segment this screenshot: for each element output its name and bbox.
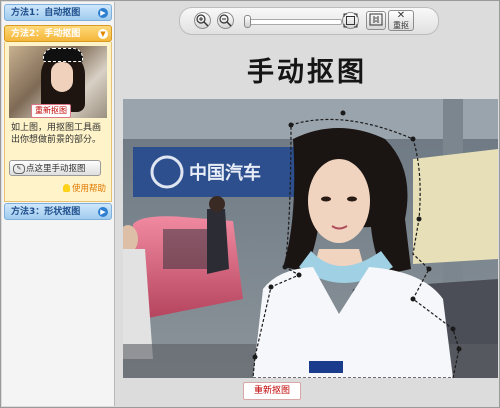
close-icon: ✕ [396, 10, 406, 21]
method2-label: 方法2：手动抠图 [11, 29, 81, 39]
help-link[interactable]: 使用帮助 [63, 182, 106, 194]
method1-header[interactable]: 方法1：自动抠图 ▶ [4, 4, 112, 21]
manual-cutout-button[interactable]: ✎ 点这里手动抠图 [9, 160, 101, 176]
lightbulb-icon [63, 184, 70, 192]
method2-header[interactable]: 方法2：手动抠图 ▼ [4, 25, 112, 42]
method2-panel: 重新抠图 如上图，用抠图工具画出你想做前景的部分。 ✎ 点这里手动抠图 使用帮助 [4, 42, 112, 202]
zoom-slider[interactable] [244, 15, 342, 28]
photo-canvas[interactable]: 中国汽车 [123, 99, 498, 378]
zoom-toolbar: ✕ 重抠 [179, 7, 439, 35]
pencil-icon: ✎ [13, 164, 25, 174]
collapse-arrow-icon[interactable]: ▼ [98, 29, 108, 39]
expand-arrow-icon[interactable]: ▶ [98, 8, 108, 18]
zoom-out-icon[interactable] [217, 12, 234, 29]
thumbnail-face [51, 62, 73, 92]
method2-description: 如上图，用抠图工具画出你想做前景的部分。 [11, 123, 102, 145]
method3-label: 方法3：形状抠图 [11, 207, 81, 217]
thumbnail-hat [43, 48, 83, 62]
manual-button-label: 点这里手动抠图 [26, 164, 86, 174]
thumbnail-redo-button[interactable]: 重新抠图 [31, 104, 71, 118]
method1-label: 方法1：自动抠图 [11, 8, 81, 18]
thumbnail-preview: 重新抠图 [9, 46, 107, 118]
help-label: 使用帮助 [72, 184, 107, 194]
app-frame: 方法1：自动抠图 ▶ 方法2：手动抠图 ▼ 重新抠图 如上图，用抠图工具画出你想… [0, 0, 500, 408]
redo-cutout-button[interactable]: 重新抠图 [243, 382, 301, 400]
actual-size-icon[interactable] [366, 11, 386, 30]
zoom-in-icon[interactable] [194, 12, 211, 29]
method3-header[interactable]: 方法3：形状抠图 ▶ [4, 203, 112, 220]
reset-button-label: 重抠 [393, 21, 409, 30]
main-area: ✕ 重抠 手动抠图 中国汽车 重新抠图 [115, 2, 499, 406]
zoom-slider-knob[interactable] [244, 15, 251, 28]
expand-arrow-icon[interactable]: ▶ [98, 207, 108, 217]
photo-scene: 中国汽车 [123, 99, 498, 378]
sidebar: 方法1：自动抠图 ▶ 方法2：手动抠图 ▼ 重新抠图 如上图，用抠图工具画出你想… [2, 2, 115, 406]
fit-to-window-icon[interactable] [342, 12, 359, 29]
reset-button[interactable]: ✕ 重抠 [388, 10, 414, 31]
page-title: 手动抠图 [247, 57, 367, 88]
photo-sign-text: 中国汽车 [189, 162, 261, 184]
